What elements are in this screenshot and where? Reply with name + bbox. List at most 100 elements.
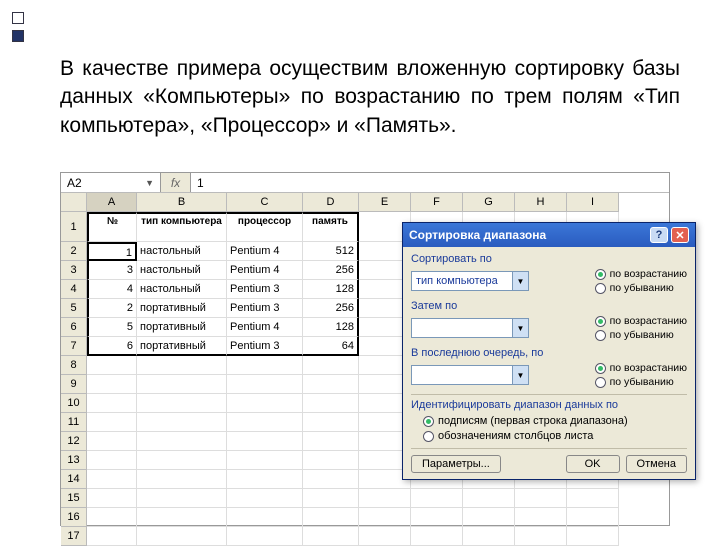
cell[interactable] <box>303 508 359 527</box>
row-header[interactable]: 10 <box>61 394 87 413</box>
row-header[interactable]: 4 <box>61 280 87 299</box>
help-button[interactable]: ? <box>650 227 668 243</box>
cell[interactable] <box>137 527 227 546</box>
col-header[interactable]: E <box>359 193 411 212</box>
sort-field-2[interactable]: ▼ <box>411 318 529 338</box>
cell[interactable]: 2 <box>87 299 137 318</box>
cell[interactable] <box>303 489 359 508</box>
cell[interactable] <box>87 394 137 413</box>
chevron-down-icon[interactable]: ▼ <box>512 366 528 384</box>
cell[interactable] <box>137 451 227 470</box>
cell[interactable] <box>137 470 227 489</box>
row-header[interactable]: 1 <box>61 212 87 242</box>
cell[interactable]: 128 <box>303 280 359 299</box>
cell[interactable] <box>303 432 359 451</box>
cell[interactable]: 4 <box>87 280 137 299</box>
params-button[interactable]: Параметры... <box>411 455 501 473</box>
cell[interactable]: 5 <box>87 318 137 337</box>
cell[interactable]: портативный <box>137 318 227 337</box>
cell[interactable] <box>227 394 303 413</box>
cell[interactable] <box>87 432 137 451</box>
cell[interactable] <box>515 508 567 527</box>
row-header[interactable]: 5 <box>61 299 87 318</box>
cell[interactable]: 128 <box>303 318 359 337</box>
cell[interactable] <box>411 527 463 546</box>
cell[interactable]: 512 <box>303 242 359 261</box>
cell[interactable] <box>137 356 227 375</box>
cell[interactable] <box>227 508 303 527</box>
dialog-titlebar[interactable]: Сортировка диапазона ? ✕ <box>403 223 695 247</box>
cell[interactable]: 3 <box>87 261 137 280</box>
cell[interactable] <box>359 489 411 508</box>
radio-asc-3[interactable]: по возрастанию <box>595 362 687 374</box>
cell[interactable] <box>567 508 619 527</box>
cell[interactable]: Pentium 3 <box>227 299 303 318</box>
sort-field-1[interactable]: тип компьютера ▼ <box>411 271 529 291</box>
corner-cell[interactable] <box>61 193 87 212</box>
cell[interactable] <box>227 489 303 508</box>
table-header[interactable]: тип компьютера <box>137 212 227 242</box>
row-header[interactable]: 17 <box>61 527 87 546</box>
col-header[interactable]: B <box>137 193 227 212</box>
cell[interactable] <box>137 432 227 451</box>
radio-desc-2[interactable]: по убыванию <box>595 329 687 341</box>
col-header[interactable]: I <box>567 193 619 212</box>
cell[interactable] <box>87 470 137 489</box>
col-header[interactable]: H <box>515 193 567 212</box>
cell[interactable] <box>137 508 227 527</box>
cell[interactable] <box>411 508 463 527</box>
cell[interactable] <box>137 394 227 413</box>
row-header[interactable]: 9 <box>61 375 87 394</box>
formula-bar[interactable]: 1 <box>191 173 669 192</box>
cell[interactable] <box>87 451 137 470</box>
sort-field-3[interactable]: ▼ <box>411 365 529 385</box>
chevron-down-icon[interactable]: ▼ <box>512 272 528 290</box>
cell[interactable]: настольный <box>137 242 227 261</box>
cell[interactable] <box>463 489 515 508</box>
cell[interactable] <box>87 413 137 432</box>
row-header[interactable]: 6 <box>61 318 87 337</box>
cell[interactable] <box>87 356 137 375</box>
row-header[interactable]: 16 <box>61 508 87 527</box>
cell[interactable]: 1 <box>87 242 137 261</box>
row-header[interactable]: 8 <box>61 356 87 375</box>
cell[interactable] <box>303 413 359 432</box>
cell[interactable]: настольный <box>137 280 227 299</box>
row-header[interactable]: 11 <box>61 413 87 432</box>
cell[interactable] <box>227 413 303 432</box>
cell[interactable] <box>567 489 619 508</box>
cell[interactable]: Pentium 4 <box>227 242 303 261</box>
cell[interactable] <box>303 470 359 489</box>
col-header[interactable]: D <box>303 193 359 212</box>
radio-ident-header[interactable]: подписям (первая строка диапазона) <box>423 415 687 427</box>
cell[interactable] <box>227 470 303 489</box>
cell[interactable]: 6 <box>87 337 137 356</box>
cell[interactable] <box>227 356 303 375</box>
chevron-down-icon[interactable]: ▼ <box>512 319 528 337</box>
cell[interactable] <box>303 375 359 394</box>
name-box[interactable]: A2 ▼ <box>61 173 161 192</box>
cell[interactable] <box>411 489 463 508</box>
cancel-button[interactable]: Отмена <box>626 455 687 473</box>
col-header[interactable]: A <box>87 193 137 212</box>
row-header[interactable]: 13 <box>61 451 87 470</box>
row-header[interactable]: 12 <box>61 432 87 451</box>
row-header[interactable]: 3 <box>61 261 87 280</box>
cell[interactable] <box>227 432 303 451</box>
cell[interactable] <box>303 451 359 470</box>
cell[interactable] <box>567 527 619 546</box>
chevron-down-icon[interactable]: ▼ <box>145 178 154 188</box>
cell[interactable] <box>515 489 567 508</box>
radio-asc-2[interactable]: по возрастанию <box>595 315 687 327</box>
table-header[interactable]: память <box>303 212 359 242</box>
table-header[interactable]: № <box>87 212 137 242</box>
cell[interactable] <box>87 489 137 508</box>
cell[interactable] <box>87 527 137 546</box>
cell[interactable] <box>227 451 303 470</box>
cell[interactable]: портативный <box>137 337 227 356</box>
cell[interactable] <box>227 527 303 546</box>
close-button[interactable]: ✕ <box>671 227 689 243</box>
table-header[interactable]: процессор <box>227 212 303 242</box>
cell[interactable]: 256 <box>303 299 359 318</box>
cell[interactable] <box>303 527 359 546</box>
